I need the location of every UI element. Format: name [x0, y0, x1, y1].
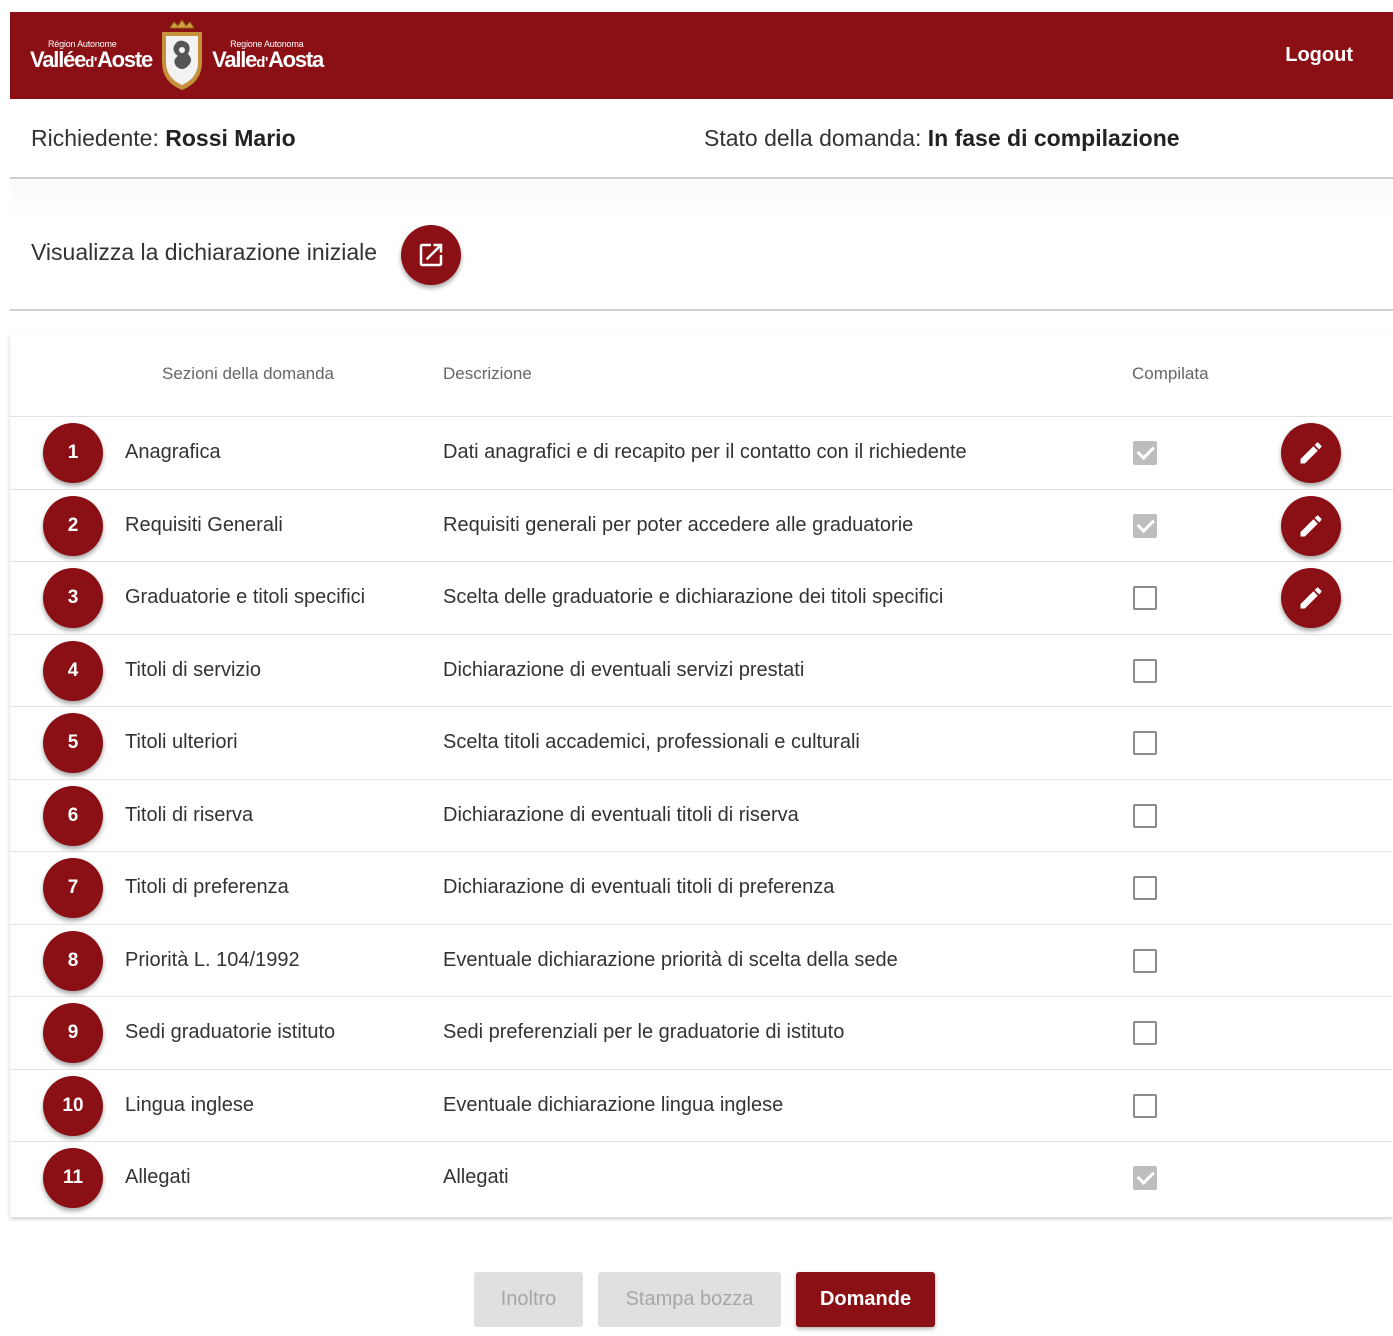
section-name: Graduatorie e titoli specifici	[125, 586, 366, 608]
section-name: Anagrafica	[125, 441, 221, 463]
table-row: 9 Sedi graduatorie istituto Sedi preferenz…	[10, 997, 1393, 1070]
completed-checkbox	[1133, 1166, 1157, 1190]
section-description: Eventuale dichiarazione lingua inglese	[443, 1093, 784, 1116]
section-name: Allegati	[125, 1166, 191, 1188]
completed-checkbox	[1133, 1021, 1157, 1045]
completed-checkbox	[1133, 731, 1157, 755]
table-row: 6 Titoli di riserva Dichiarazione di event…	[10, 780, 1393, 852]
status-value: In fase di compilazione	[927, 124, 1180, 151]
section-number-badge: 5	[43, 713, 103, 773]
header-sections: Sezioni della domanda	[162, 364, 335, 383]
section-description: Dichiarazione di eventuali servizi prest…	[443, 658, 805, 681]
section-description: Dati anagrafici e di recapito per il con…	[443, 441, 967, 463]
completed-checkbox	[1133, 948, 1157, 973]
open-in-new-icon	[419, 243, 443, 267]
completed-checkbox	[1133, 1093, 1157, 1118]
section-name: Priorità L. 104/1992	[125, 948, 300, 971]
print-draft-button[interactable]: Stampa bozza	[598, 1272, 781, 1327]
applications-button[interactable]: Domande	[796, 1272, 935, 1327]
table-row: 3 Graduatorie e titoli specifici Scelta de…	[10, 562, 1393, 635]
section-number-badge: 10	[43, 1075, 103, 1136]
table-row: 10 Lingua inglese Eventuale dichiarazione …	[10, 1070, 1393, 1142]
completed-checkbox	[1133, 441, 1157, 465]
section-description: Dichiarazione di eventuali titoli di pre…	[443, 876, 835, 898]
section-name: Titoli di riserva	[125, 803, 254, 826]
section-number-badge: 1	[43, 423, 103, 483]
section-name: Lingua inglese	[125, 1093, 254, 1116]
table-row: 1 Anagrafica Dati anagrafici e di recapito…	[10, 417, 1393, 490]
table-row: 7 Titoli di preferenza Dichiarazione di ev…	[10, 852, 1393, 925]
section-description: Scelta titoli accademici, professionali …	[443, 731, 860, 753]
edit-section-button[interactable]	[1281, 568, 1341, 628]
header-description: Descrizione	[443, 364, 532, 383]
edit-icon	[1300, 514, 1322, 536]
section-name: Titoli ulteriori	[125, 731, 238, 753]
table-row: 2 Requisiti Generali Requisiti generali pe…	[10, 490, 1393, 562]
section-name: Titoli di preferenza	[125, 876, 289, 898]
logout-link[interactable]: Logout	[1285, 44, 1353, 67]
initial-declaration-label: Visualizza la dichiarazione iniziale	[31, 239, 378, 265]
section-number-badge: 11	[43, 1148, 103, 1208]
section-number-badge: 3	[43, 568, 103, 628]
section-description: Dichiarazione di eventuali titoli di ris…	[443, 803, 799, 826]
section-name: Titoli di servizio	[125, 658, 261, 681]
edit-section-button[interactable]	[1281, 423, 1341, 483]
open-declaration-button[interactable]	[401, 225, 461, 285]
table-row: 11 Allegati Allegati	[10, 1142, 1393, 1215]
table-header: Sezioni della domanda Descrizione Compil…	[10, 333, 1393, 417]
applicant-name: Rossi Mario	[165, 124, 296, 151]
section-name: Sedi graduatorie istituto	[125, 1021, 336, 1043]
application-status: Stato della domanda: In fase di compilaz…	[704, 124, 1180, 151]
completed-checkbox	[1133, 658, 1157, 683]
applicant-info: Richiedente: Rossi Mario	[31, 124, 296, 151]
section-name: Requisiti Generali	[125, 513, 283, 536]
section-description: Scelta delle graduatorie e dichiarazione…	[443, 586, 944, 608]
header-completed: Compilata	[1132, 364, 1209, 383]
coat-of-arms-icon	[158, 19, 206, 90]
initial-declaration-row: Visualizza la dichiarazione iniziale	[10, 179, 1393, 311]
section-description: Sedi preferenziali per le graduatorie di…	[443, 1021, 845, 1043]
edit-section-button[interactable]	[1281, 495, 1341, 556]
section-number-badge: 2	[43, 495, 103, 556]
section-description: Requisiti generali per poter accedere al…	[443, 513, 914, 536]
completed-checkbox	[1133, 513, 1157, 538]
section-number-badge: 8	[43, 930, 103, 991]
section-number-badge: 4	[43, 640, 103, 701]
completed-checkbox	[1133, 876, 1157, 900]
section-description: Eventuale dichiarazione priorità di scel…	[443, 948, 898, 971]
edit-icon	[1300, 442, 1322, 464]
region-logo[interactable]: Région Autonome Valléed'Aoste Regione Au…	[30, 19, 324, 90]
app-header: Région Autonome Valléed'Aoste Regione Au…	[10, 12, 1393, 99]
edit-icon	[1300, 587, 1322, 609]
section-number-badge: 6	[43, 785, 103, 846]
table-row: 8 Priorità L. 104/1992 Eventuale dichiaraz…	[10, 925, 1393, 997]
logo-text-italian: Regione Autonoma Valled'Aosta	[212, 39, 324, 72]
completed-checkbox	[1133, 803, 1157, 828]
logo-text-french: Région Autonome Valléed'Aoste	[30, 39, 153, 72]
section-description: Allegati	[443, 1166, 509, 1188]
section-number-badge: 9	[43, 1003, 103, 1063]
forward-button[interactable]: Inoltro	[474, 1272, 583, 1327]
completed-checkbox	[1133, 586, 1157, 610]
table-row: 4 Titoli di servizio Dichiarazione di even…	[10, 635, 1393, 707]
table-row: 5 Titoli ulteriori Scelta titoli accademic…	[10, 707, 1393, 780]
application-info: Richiedente: Rossi Mario Stato della dom…	[10, 99, 1393, 179]
section-number-badge: 7	[43, 858, 103, 918]
sections-table: Sezioni della domanda Descrizione Compil…	[10, 333, 1393, 1217]
